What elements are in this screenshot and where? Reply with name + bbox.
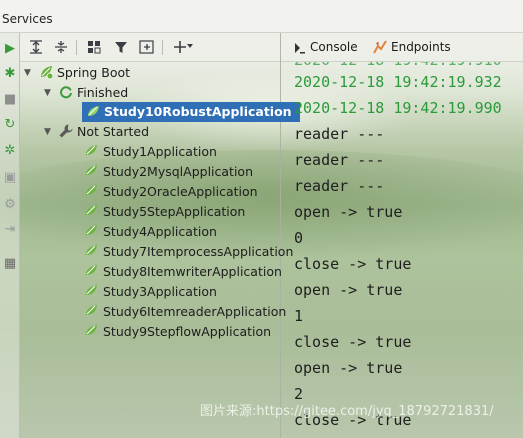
spring-app-icon [84, 303, 100, 319]
tree-node-app[interactable]: Study4Application [84, 222, 217, 242]
tree-node-label: Finished [76, 85, 129, 100]
export-icon[interactable]: ⇥ [2, 222, 18, 238]
group-by-icon[interactable] [86, 39, 102, 55]
console-icon [294, 42, 306, 59]
console-line: 1 [294, 307, 304, 325]
tree-node-label: Study10RobustApplication [104, 104, 292, 119]
console-output[interactable]: 2020-12-18 19:42:19.910 2020-12-18 19:42… [281, 62, 523, 438]
console-line-timestamp: 2020-12-18 19:42:19.990 [294, 99, 502, 117]
tree-node-app[interactable]: Study7ItemprocessApplication [84, 242, 293, 262]
console-line: open -> true [294, 281, 403, 299]
expand-arrow-icon[interactable]: ▼ [44, 122, 54, 142]
tree-node-label: Study3Application [103, 284, 217, 299]
filter-icon[interactable] [113, 39, 129, 55]
tree-node-label: Study6ItemreaderApplication [103, 304, 287, 319]
tree-node-label: Not Started [76, 124, 150, 139]
tab-console[interactable]: Console [294, 39, 358, 56]
services-window: Services ▼ Spring Boot ▼ Finished Study1… [0, 0, 523, 438]
tree-node-app[interactable]: Study9StepflowApplication [84, 322, 271, 342]
spring-app-icon [84, 143, 100, 159]
wrench-icon [58, 123, 74, 139]
tree-node-label: Spring Boot [56, 65, 131, 80]
tree-node-label: Study2OracleApplication [103, 184, 258, 199]
layout-icon[interactable]: ▦ [2, 256, 18, 272]
camera-icon[interactable]: ▣ [2, 170, 18, 186]
expand-all-icon[interactable] [28, 39, 44, 55]
tree-node-app[interactable]: Study3Application [84, 282, 217, 302]
tree-node-label: Study4Application [103, 224, 217, 239]
add-service-dropdown-icon[interactable] [186, 42, 194, 50]
refresh-icon [58, 84, 74, 100]
tab-console-label: Console [310, 40, 358, 54]
console-line-timestamp: 2020-12-18 19:42:19.932 [294, 73, 502, 91]
spring-app-icon [84, 243, 100, 259]
tree-node-finished[interactable]: ▼ Finished [44, 83, 128, 103]
stop-icon[interactable]: ■ [2, 92, 18, 108]
tree-node-app[interactable]: Study6ItemreaderApplication [84, 302, 286, 322]
tab-endpoints-label: Endpoints [391, 40, 451, 54]
watermark: 图片来源:https://gitee.com/jyq_18792721831/ [200, 404, 494, 419]
tree-node-label: Study1Application [103, 144, 217, 159]
expand-arrow-icon[interactable]: ▼ [24, 63, 34, 83]
debug-rerun-icon[interactable]: ✲ [2, 143, 18, 159]
new-tab-icon[interactable] [138, 39, 154, 55]
tree-node-app[interactable]: Study2MysqlApplication [84, 162, 253, 182]
spring-app-icon [84, 183, 100, 199]
spring-app-icon [86, 104, 102, 120]
tree-node-label: Study8ItemwriterApplication [103, 264, 282, 279]
spring-app-icon [84, 163, 100, 179]
settings-icon[interactable]: ⚙ [2, 197, 18, 213]
expand-arrow-icon[interactable]: ▼ [44, 83, 54, 103]
console-line: open -> true [294, 203, 403, 221]
console-line: reader --- [294, 125, 385, 143]
console-tabs: Console Endpoints [281, 33, 523, 62]
collapse-all-icon[interactable] [53, 39, 69, 55]
debug-icon[interactable]: ✱ [2, 66, 18, 82]
tree-node-label: Study9StepflowApplication [103, 324, 272, 339]
tree-node-not-started[interactable]: ▼ Not Started [44, 122, 149, 142]
console-line: reader --- [294, 151, 385, 169]
tree-node-app[interactable]: Study2OracleApplication [84, 182, 258, 202]
run-icon[interactable]: ▶ [2, 41, 18, 57]
tree-node-label: Study5StepApplication [103, 204, 246, 219]
tree-toolbar [20, 33, 280, 62]
title-bar: Services [0, 0, 523, 33]
tab-endpoints[interactable]: Endpoints [373, 39, 451, 56]
endpoints-icon [373, 40, 387, 59]
console-line: close -> true [294, 255, 412, 273]
tree-node-app[interactable]: Study8ItemwriterApplication [84, 262, 282, 282]
console-line: 0 [294, 229, 304, 247]
spring-boot-icon [38, 64, 54, 80]
tree-node-study10robust-selected[interactable]: Study10RobustApplication [82, 102, 300, 122]
rerun-icon[interactable]: ↻ [2, 117, 18, 133]
console-line: reader --- [294, 177, 385, 195]
tree-node-label: Study2MysqlApplication [103, 164, 253, 179]
spring-app-icon [84, 283, 100, 299]
tree-node-spring-boot[interactable]: ▼ Spring Boot [24, 63, 130, 83]
tree-node-app[interactable]: Study5StepApplication [84, 202, 245, 222]
console-line: open -> true [294, 359, 403, 377]
spring-app-icon [84, 263, 100, 279]
spring-app-icon [84, 203, 100, 219]
console-line: close -> true [294, 333, 412, 351]
tree-node-label: Study7ItemprocessApplication [103, 244, 294, 259]
tree-node-app[interactable]: Study1Application [84, 142, 217, 162]
spring-app-icon [84, 223, 100, 239]
window-title: Services [2, 12, 53, 26]
spring-app-icon [84, 323, 100, 339]
